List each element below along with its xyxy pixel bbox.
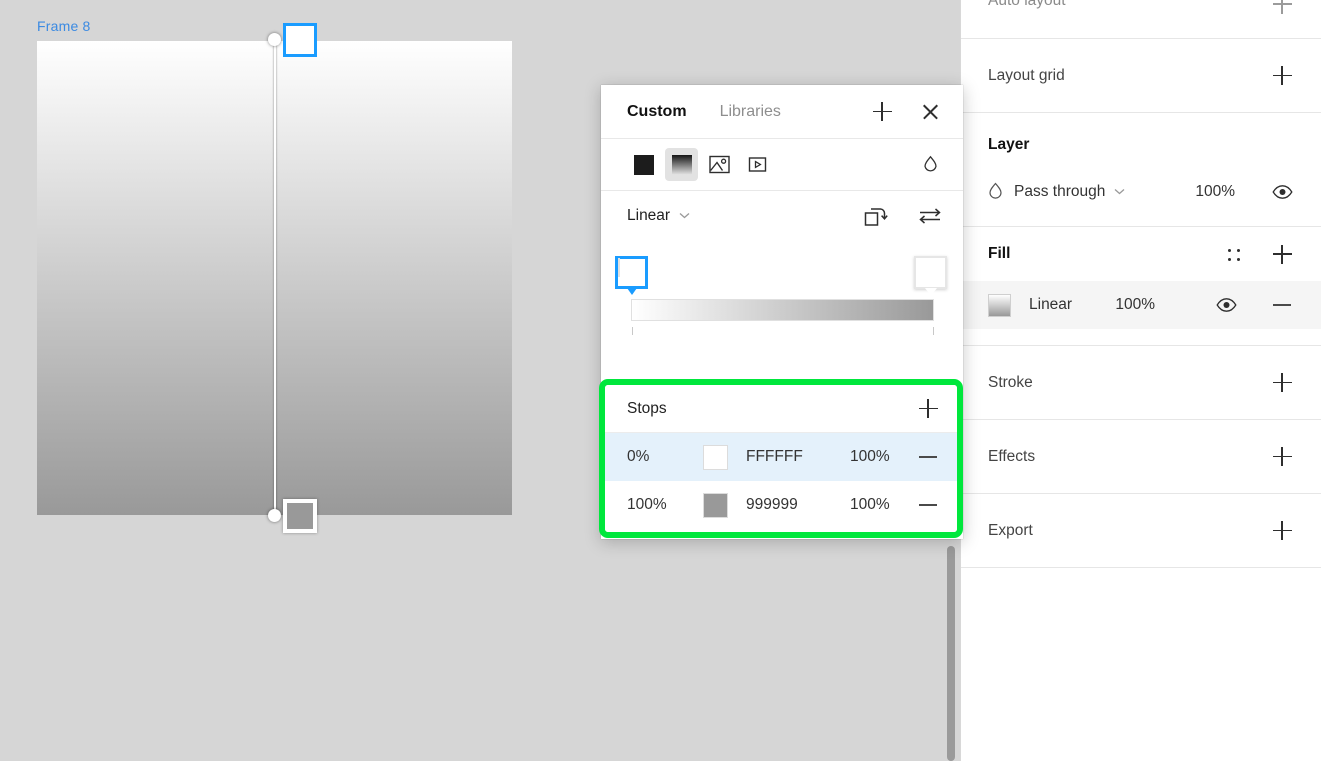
fill-type-gradient-icon[interactable]	[665, 148, 698, 181]
canvas-gradient-stop-handle-end[interactable]	[283, 499, 317, 533]
fill-item-name[interactable]: Linear	[1029, 296, 1072, 314]
tab-libraries[interactable]: Libraries	[720, 103, 781, 121]
fill-title: Fill	[988, 245, 1011, 262]
gradient-preview-bar[interactable]	[631, 299, 934, 321]
section-export: Export	[961, 494, 1321, 568]
stops-header: Stops	[605, 385, 957, 433]
section-auto-layout: Auto layout	[961, 0, 1321, 39]
blend-mode-value[interactable]: Pass through	[1014, 183, 1105, 201]
section-effects: Effects	[961, 420, 1321, 494]
gradient-tick-start	[632, 327, 633, 335]
add-export-button[interactable]	[1269, 518, 1295, 544]
remove-stop-button-0[interactable]	[915, 444, 941, 470]
rotate-gradient-icon[interactable]	[864, 203, 890, 229]
add-fill-button[interactable]	[1269, 241, 1295, 267]
add-stroke-button[interactable]	[1269, 370, 1295, 396]
fill-gradient-swatch[interactable]	[988, 293, 1011, 317]
stroke-title: Stroke	[988, 373, 1033, 391]
stop-color-swatch-1[interactable]	[703, 492, 728, 518]
eyedropper-icon[interactable]	[917, 152, 943, 178]
close-picker-button[interactable]	[917, 99, 943, 125]
stops-section-highlight: Stops 0% FFFFFF 100% 100% 999999 100%	[599, 379, 963, 538]
stop-hex-1[interactable]: 999999	[746, 496, 850, 514]
gradient-direction-line[interactable]	[274, 40, 276, 516]
layer-blend-row: Pass through 100%	[961, 168, 1321, 216]
gradient-mode-row: Linear	[601, 191, 963, 241]
stop-opacity-1[interactable]: 100%	[850, 496, 912, 514]
canvas-scrollbar-thumb[interactable]	[947, 546, 955, 761]
add-layout-grid-button[interactable]	[1269, 63, 1295, 89]
gradient-stop-handle-0[interactable]	[615, 256, 648, 295]
gradient-tick-end	[933, 327, 934, 335]
gradient-stop-handle-1[interactable]	[914, 256, 947, 296]
stop-hex-0[interactable]: FFFFFF	[746, 448, 850, 466]
layer-opacity-value[interactable]: 100%	[1195, 183, 1235, 201]
figma-editor-window: Frame 8 Auto layout Layout grid Layer Pa…	[0, 0, 1321, 761]
gradient-editor[interactable]	[601, 241, 963, 361]
stop-position-1[interactable]: 100%	[627, 496, 703, 514]
section-layer: Layer Pass through 100%	[961, 113, 1321, 227]
stops-title: Stops	[627, 399, 667, 417]
section-layout-grid: Layout grid	[961, 39, 1321, 113]
gradient-mode-chevron-down-icon[interactable]	[679, 211, 690, 222]
fill-type-solid-icon[interactable]	[627, 148, 660, 181]
fill-styles-grid-icon[interactable]	[1221, 241, 1247, 267]
reverse-gradient-icon[interactable]	[917, 203, 943, 229]
stop-row-1[interactable]: 100% 999999 100%	[605, 481, 957, 529]
fill-opacity-value[interactable]: 100%	[1115, 296, 1155, 314]
gradient-mode-value[interactable]: Linear	[627, 207, 670, 225]
fill-type-video-icon[interactable]	[741, 148, 774, 181]
gradient-end-dot[interactable]	[268, 509, 281, 522]
stop-row-0[interactable]: 0% FFFFFF 100%	[605, 433, 957, 481]
tab-custom[interactable]: Custom	[627, 103, 687, 121]
fill-type-image-icon[interactable]	[703, 148, 736, 181]
section-fill: Fill Linear 100%	[961, 227, 1321, 346]
frame-label[interactable]: Frame 8	[37, 18, 91, 34]
export-title: Export	[988, 521, 1033, 539]
properties-panel: Auto layout Layout grid Layer Pass throu…	[960, 0, 1321, 761]
add-stop-button[interactable]	[915, 396, 941, 422]
stop-color-swatch-0[interactable]	[703, 444, 728, 470]
chevron-down-icon[interactable]	[1114, 187, 1125, 198]
stop-position-0[interactable]: 0%	[627, 448, 703, 466]
remove-stop-button-1[interactable]	[915, 492, 941, 518]
layout-grid-title: Layout grid	[988, 66, 1065, 84]
fill-visibility-eye-icon[interactable]	[1213, 292, 1239, 318]
add-effect-button[interactable]	[1269, 444, 1295, 470]
fill-type-selector	[601, 139, 963, 191]
effects-title: Effects	[988, 447, 1036, 465]
create-style-button[interactable]	[869, 99, 895, 125]
canvas-gradient-stop-handle-start[interactable]	[283, 23, 317, 57]
stop-opacity-0[interactable]: 100%	[850, 448, 912, 466]
auto-layout-title: Auto layout	[988, 0, 1066, 9]
add-auto-layout-button[interactable]	[1269, 0, 1295, 17]
blend-mode-icon	[988, 182, 1003, 203]
layer-visibility-eye-icon[interactable]	[1269, 179, 1295, 205]
stops-section: Stops 0% FFFFFF 100% 100% 999999 100%	[605, 385, 957, 532]
layer-title: Layer	[988, 135, 1030, 153]
section-stroke: Stroke	[961, 346, 1321, 420]
picker-header: Custom Libraries	[601, 85, 963, 139]
fill-item-row[interactable]: Linear 100%	[961, 281, 1321, 329]
gradient-start-dot[interactable]	[268, 33, 281, 46]
remove-fill-button[interactable]	[1269, 292, 1295, 318]
